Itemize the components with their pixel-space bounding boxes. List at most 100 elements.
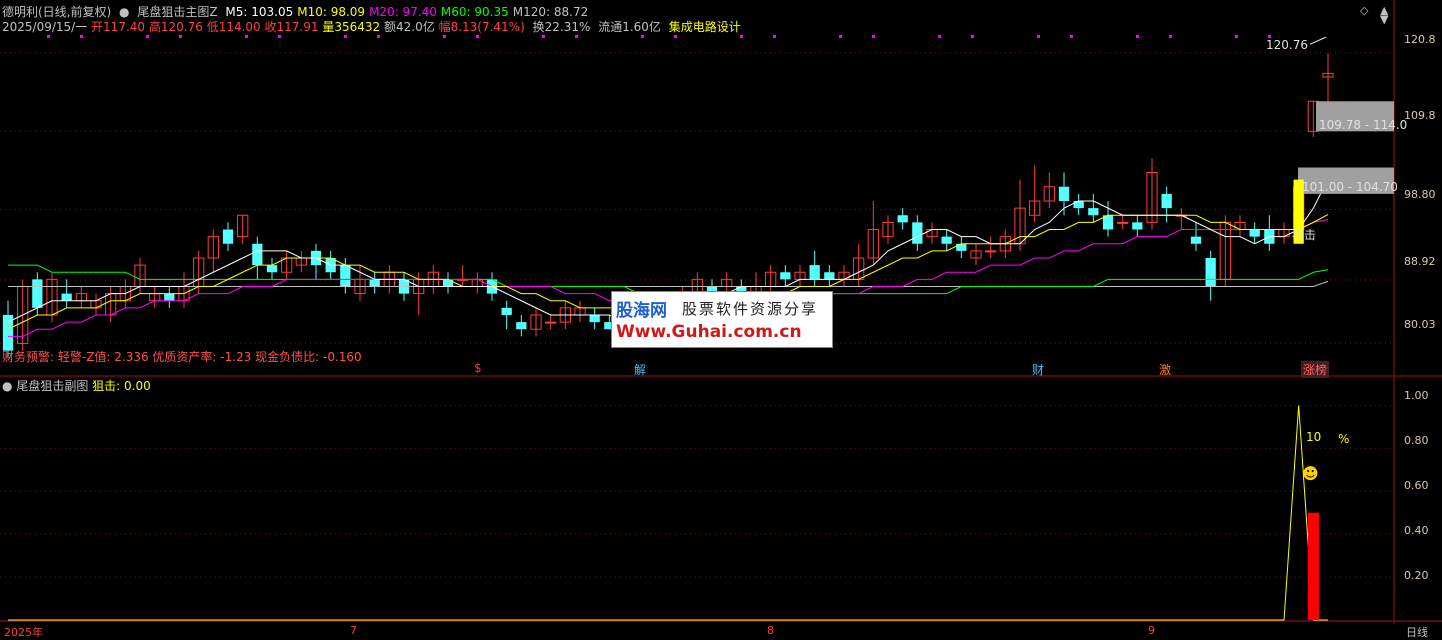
smiley-icon: ☻: [1302, 464, 1319, 483]
signal-dot: [1070, 35, 1073, 38]
sub-annotation-unit: %: [1338, 432, 1350, 446]
sub-signal-line: [8, 405, 1328, 621]
signal-dot: [740, 35, 743, 38]
event-marker-ranking[interactable]: 涨榜: [1301, 361, 1330, 378]
event-marker-dividend[interactable]: $: [472, 361, 484, 375]
diamond-icon[interactable]: ◇: [1360, 4, 1368, 17]
event-marker-incentive[interactable]: 激: [1157, 361, 1173, 378]
signal-dot: [1136, 35, 1139, 38]
candle-body: [1249, 229, 1260, 237]
signal-dot: [146, 35, 149, 38]
signal-dot: [971, 35, 974, 38]
candle-body: [545, 321, 557, 324]
ma-legend-item: M120: 88.72: [512, 5, 589, 19]
signal-dot: [344, 35, 347, 38]
signal-dot: [1235, 35, 1238, 38]
candle-body: [252, 243, 263, 266]
price-tick: 120.8: [1404, 33, 1436, 46]
signal-label: 狙击: [1292, 228, 1317, 242]
quote-change: 幅8.13(7.41%): [438, 20, 525, 34]
indicator-name[interactable]: 尾盘狙击主图Z: [137, 5, 217, 19]
signal-dot: [476, 35, 479, 38]
candle-body: [442, 279, 454, 287]
candle-body: [164, 293, 175, 301]
price-tick: 98.80: [1404, 188, 1436, 201]
candle-body: [1073, 201, 1084, 209]
candle-body: [809, 265, 820, 280]
price-tick: 88.92: [1404, 255, 1436, 268]
ma-legend: M5: 103.05 M10: 98.09 M20: 97.40 M60: 90.35…: [225, 5, 592, 19]
candle-body: [369, 279, 380, 287]
candle-body: [32, 279, 43, 308]
quote-line: 2025/09/15/一 开117.40 高120.76 低114.00 收11…: [2, 18, 745, 35]
candle-body: [780, 272, 791, 280]
quote-float: 流通1.60亿: [598, 20, 661, 34]
signal-dot: [443, 35, 446, 38]
price-tick: 80.03: [1404, 318, 1436, 331]
period-label[interactable]: 日线: [1406, 624, 1428, 640]
watermark-name: 股海网: [616, 301, 667, 321]
scroll-down-icon[interactable]: ▼: [1380, 13, 1388, 26]
candle-body: [1161, 193, 1172, 209]
signal-dot: [80, 35, 83, 38]
candle-body: [1117, 221, 1129, 224]
signal-dot: [179, 35, 182, 38]
signal-dot: [674, 35, 677, 38]
signal-dot: [938, 35, 941, 38]
sub-tick: 0.20: [1404, 569, 1429, 582]
candle-body: [956, 243, 967, 251]
event-marker-finance[interactable]: 财: [1030, 361, 1046, 378]
ma120-line: [8, 280, 1329, 287]
candle-body: [941, 236, 952, 244]
quote-close: 收117.91: [264, 20, 319, 34]
candle-body: [985, 250, 997, 253]
candle-body: [1205, 258, 1216, 287]
sub-tick: 0.80: [1404, 434, 1429, 447]
candle-body: [589, 315, 600, 323]
quote-volume: 量356432: [322, 20, 381, 34]
finance-warning: 财务预警: 轻警-Z值: 2.336 优质资产率: -1.23 现金负债比: -…: [2, 350, 362, 364]
sub-tick: 1.00: [1404, 389, 1429, 402]
signal-dot: [641, 35, 644, 38]
signal-dot: [278, 35, 281, 38]
candle-body: [897, 215, 908, 223]
candle-body: [222, 229, 234, 244]
signal-dot: [839, 35, 842, 38]
candle-body: [516, 322, 527, 330]
signal-dot: [542, 35, 545, 38]
watermark-logo: 股海网 股票软件资源分享 Www.Guhai.com.cn: [611, 291, 833, 348]
event-marker-unlock[interactable]: 解: [632, 361, 648, 378]
x-axis-label: 7: [350, 624, 357, 637]
quote-date: 2025/09/15/一: [2, 20, 88, 34]
watermark-slogan: 股票软件资源分享: [682, 300, 819, 318]
x-axis-label: 9: [1148, 624, 1155, 637]
zone-label-lower: 101.00 - 104.70: [1302, 180, 1398, 194]
sub-indicator-name[interactable]: 尾盘狙击副图: [16, 379, 88, 393]
x-axis-label: 8: [767, 624, 774, 637]
sub-indicator-toggle-icon[interactable]: ●: [2, 379, 12, 393]
candle-body: [1088, 208, 1099, 216]
candle-body: [340, 265, 351, 287]
candle-body: [266, 265, 278, 273]
candle-body: [61, 293, 72, 301]
sub-header: ● 尾盘狙击副图 狙击: 0.00: [2, 377, 151, 394]
zone-label-upper: 109.78 - 114.0: [1319, 118, 1408, 132]
candle-body: [1190, 236, 1202, 244]
sub-tick: 0.40: [1404, 524, 1429, 537]
quote-sector[interactable]: 集成电路设计: [669, 20, 741, 34]
x-axis-label: 2025年: [4, 626, 43, 639]
sub-tick: 0.60: [1404, 479, 1429, 492]
stock-title[interactable]: 德明利(日线,前复权): [2, 5, 111, 19]
quote-open: 开117.40: [91, 20, 146, 34]
signal-dot: [1169, 35, 1172, 38]
watermark-url: Www.Guhai.com.cn: [616, 322, 802, 342]
signal-dot: [1037, 35, 1040, 38]
quote-turnover: 换22.31%: [532, 20, 591, 34]
signal-dot: [245, 35, 248, 38]
ma-legend-item: M60: 90.35: [440, 5, 509, 19]
high-price-label: 120.76: [1266, 38, 1308, 52]
price-tick: 109.8: [1404, 109, 1436, 122]
sub-bar: [1308, 512, 1319, 620]
quote-high: 高120.76: [148, 20, 203, 34]
indicator-toggle-icon[interactable]: ●: [119, 5, 129, 19]
